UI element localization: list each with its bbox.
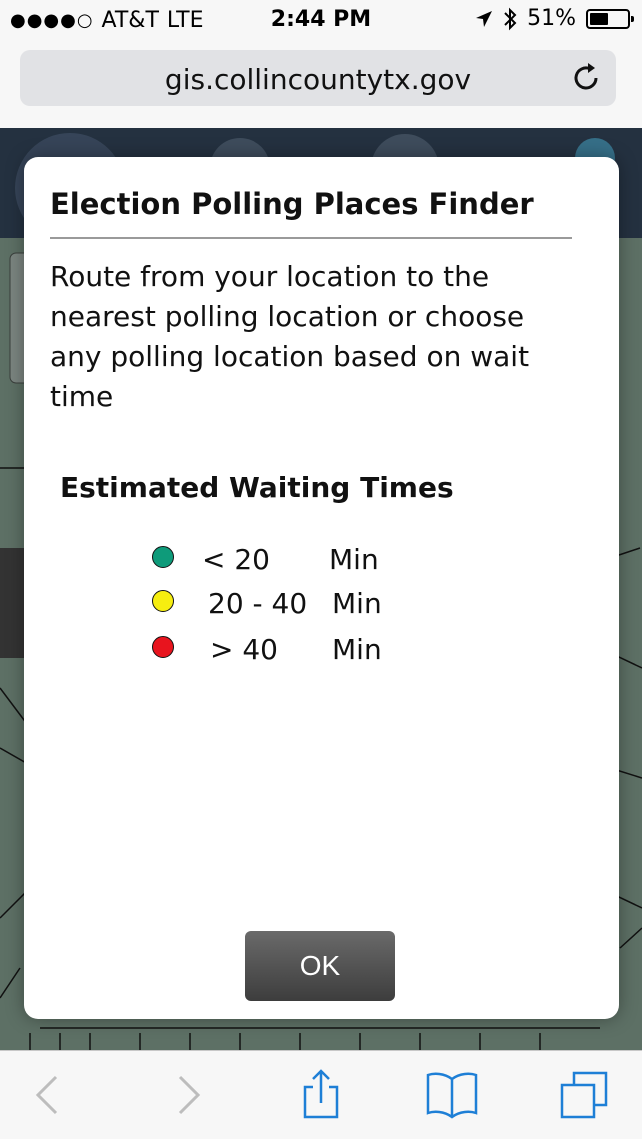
ok-button[interactable]: OK [245,931,395,1001]
address-bar[interactable]: gis.collincountytx.gov [20,50,616,106]
location-arrow-icon [476,10,493,27]
chevron-right-icon[interactable] [160,1069,216,1121]
tabs-icon[interactable] [556,1069,612,1121]
legend-unit: Min [332,587,382,620]
title-divider [50,237,572,239]
battery-percent: 51% [527,6,576,31]
legend-range: 20 - 40 [208,587,308,620]
battery-fill [590,12,608,25]
share-icon[interactable] [293,1069,349,1121]
red-dot-icon [152,636,174,658]
reload-icon[interactable] [568,60,604,96]
status-right: 51% [475,6,634,31]
legend-range: < 20 [202,543,270,576]
status-bar: ●●●●○ AT&T LTE 2:44 PM 51% [0,0,642,40]
legend-title: Estimated Waiting Times [60,471,454,504]
dialog-title: Election Polling Places Finder [50,187,534,221]
dialog-description: Route from your location to the nearest … [50,260,530,413]
legend-unit: Min [329,543,379,576]
green-dot-icon [152,546,174,568]
url-text[interactable]: gis.collincountytx.gov [20,63,616,96]
bluetooth-icon [504,7,517,30]
book-icon[interactable] [424,1069,480,1121]
legend-range: > 40 [210,633,278,666]
polling-finder-dialog: Election Polling Places Finder Route fro… [24,157,619,1019]
legend-unit: Min [332,633,382,666]
chevron-left-icon[interactable] [20,1069,76,1121]
browser-toolbar [0,1050,642,1139]
yellow-dot-icon [152,590,174,612]
battery-icon [586,8,634,29]
